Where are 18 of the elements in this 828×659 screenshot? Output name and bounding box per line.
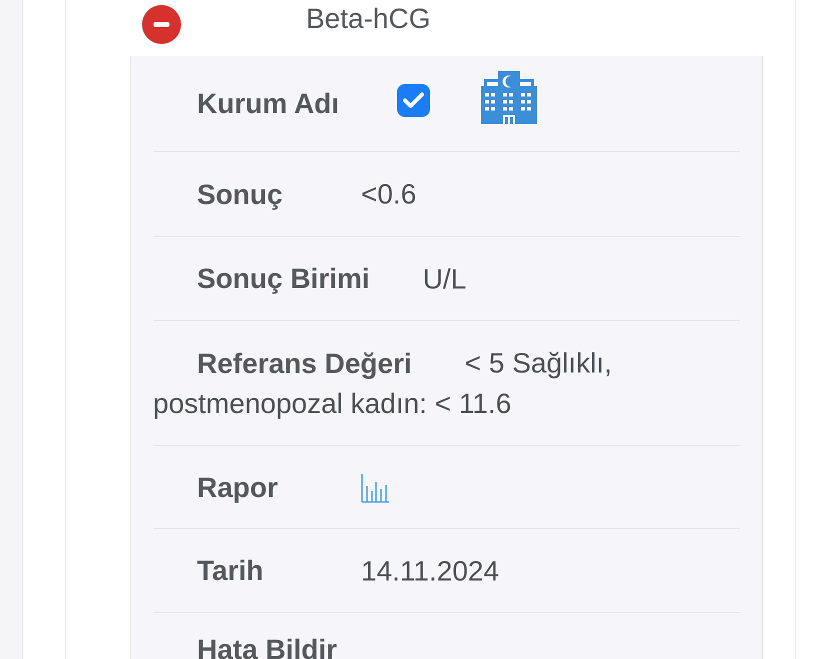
bar-chart-icon[interactable]	[361, 473, 389, 504]
hospital-icon	[481, 71, 538, 124]
field-label: Tarih	[197, 555, 264, 588]
collapse-button[interactable]	[142, 5, 181, 44]
field-label: Sonuç	[197, 178, 284, 211]
checkbox[interactable]	[397, 84, 430, 117]
field-label: Hata Bildir	[197, 634, 338, 659]
checkmark-icon	[403, 92, 424, 109]
test-title: Beta-hCG	[306, 2, 430, 36]
field-value: < 5 Sağlıklı,	[464, 348, 612, 379]
field-label: Rapor	[197, 472, 279, 504]
field-value: postmenopozal kadın: < 11.6	[153, 386, 512, 421]
field-label: Referans Değeri	[197, 348, 412, 380]
field-label: Sonuç Birimi	[197, 263, 370, 296]
field-value: <0.6	[361, 178, 416, 210]
field-value: 14.11.2024	[361, 555, 500, 586]
field-label: Kurum Adı	[197, 88, 340, 120]
field-value: U/L	[422, 263, 466, 294]
